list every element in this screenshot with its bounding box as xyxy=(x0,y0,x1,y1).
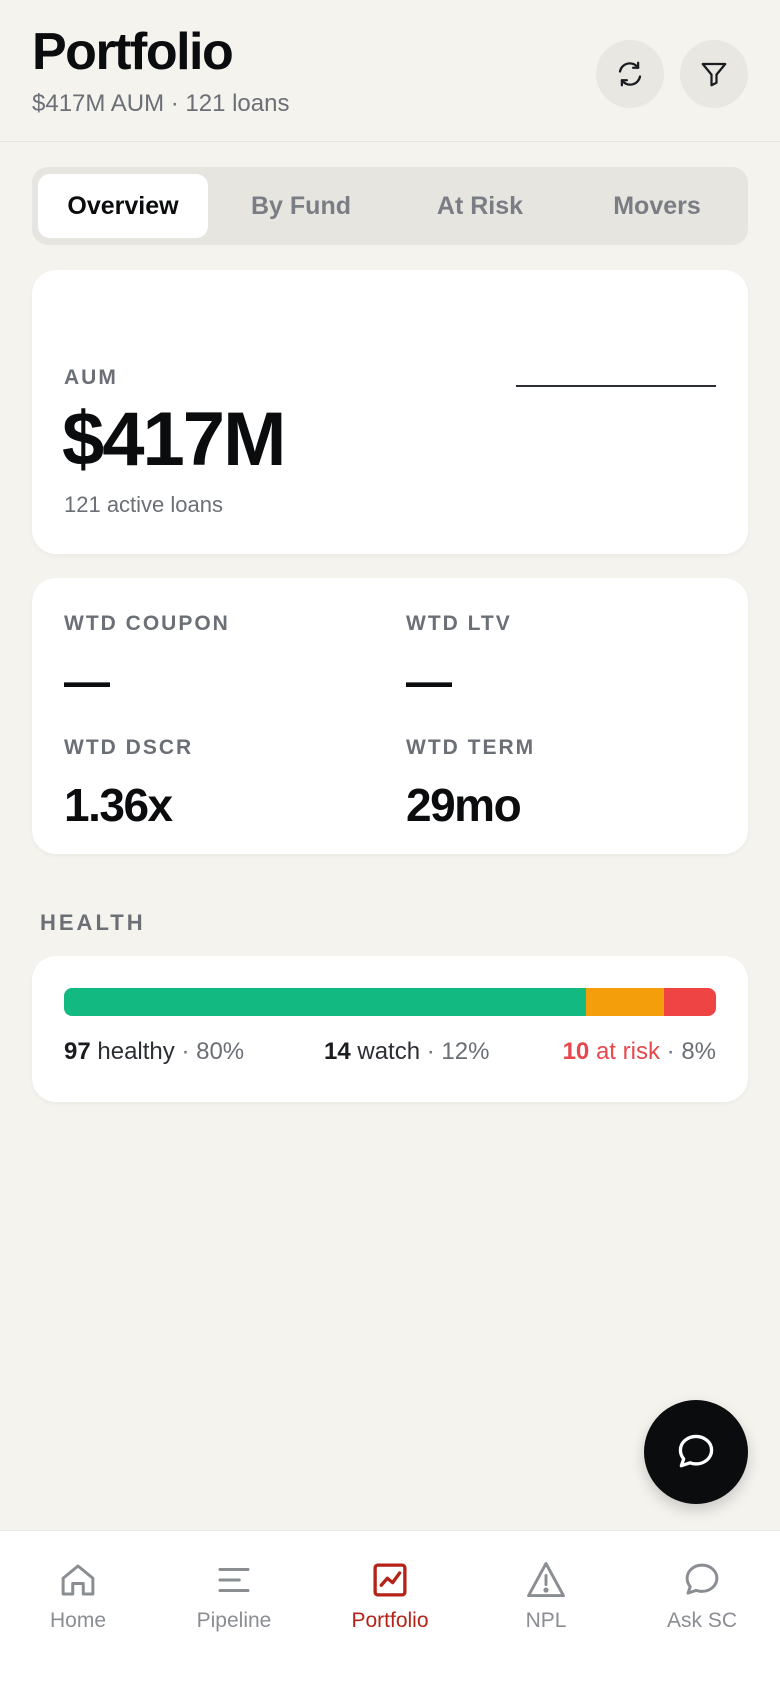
nav-label: NPL xyxy=(525,1609,567,1632)
health-bar xyxy=(64,988,716,1016)
legend-count: 14 xyxy=(324,1038,351,1065)
health-bar-segment-watch xyxy=(585,988,664,1016)
aum-value: $417M xyxy=(62,397,286,482)
nav-item-npl[interactable]: NPL xyxy=(468,1557,624,1633)
health-section-label: HEALTH xyxy=(40,910,146,935)
segmented-tabs: Overview By Fund At Risk Movers xyxy=(32,167,748,245)
nav-item-ask-sc[interactable]: Ask SC xyxy=(624,1557,780,1633)
tab-by-fund[interactable]: By Fund xyxy=(214,174,388,238)
legend-pct: 8% xyxy=(681,1038,716,1065)
legend-at-risk: 10 at risk · 8% xyxy=(562,1038,716,1065)
metric-wtd-ltv: WTD LTV — xyxy=(406,612,726,708)
tab-at-risk[interactable]: At Risk xyxy=(394,174,566,238)
legend-word: watch xyxy=(357,1038,421,1065)
nav-label: Portfolio xyxy=(351,1609,429,1632)
health-card[interactable]: 97 healthy · 80% 14 watch · 12% 10 at ri… xyxy=(32,956,748,1102)
nav-item-pipeline[interactable]: Pipeline xyxy=(156,1557,312,1633)
metric-label: WTD DSCR xyxy=(64,736,194,759)
chart-icon xyxy=(373,1563,407,1597)
metric-label: WTD COUPON xyxy=(64,612,230,635)
metric-wtd-coupon: WTD COUPON — xyxy=(64,612,384,708)
nav-label: Ask SC xyxy=(666,1609,737,1632)
metric-value: — xyxy=(64,655,110,707)
filter-icon xyxy=(701,62,727,87)
metric-label: WTD TERM xyxy=(406,736,536,759)
aum-card: AUM $417M 121 active loans xyxy=(32,270,748,554)
metrics-card: WTD COUPON — WTD LTV — WTD DSCR 1.36x WT… xyxy=(32,578,748,854)
nav-label: Pipeline xyxy=(196,1609,272,1632)
legend-healthy: 97 healthy · 80% xyxy=(64,1038,245,1065)
legend-word: at risk xyxy=(595,1038,660,1065)
header: Portfolio $417M AUM · 121 loans xyxy=(0,0,780,142)
legend-pct: 12% xyxy=(441,1038,490,1065)
metric-value: 1.36x xyxy=(64,779,173,831)
bottom-nav: Home Pipeline Portfolio NPL Ask SC xyxy=(0,1530,780,1688)
page-subtitle: $417M AUM · 121 loans xyxy=(32,90,290,117)
legend-pct: 80% xyxy=(196,1038,245,1065)
page-title: Portfolio xyxy=(32,23,234,81)
legend-count: 97 xyxy=(64,1038,91,1065)
legend-word: healthy xyxy=(97,1038,175,1065)
metric-wtd-term: WTD TERM 29mo xyxy=(406,736,726,832)
metric-label: WTD LTV xyxy=(406,612,512,635)
metric-wtd-dscr: WTD DSCR 1.36x xyxy=(64,736,384,832)
nav-label: Home xyxy=(49,1609,107,1632)
metric-value: 29mo xyxy=(406,779,522,831)
lines-icon xyxy=(218,1568,250,1592)
refresh-button[interactable] xyxy=(596,40,664,108)
tab-movers[interactable]: Movers xyxy=(572,174,742,238)
portfolio-screen: Portfolio $417M AUM · 121 loans Overview… xyxy=(0,0,780,1688)
health-bar-segment-healthy xyxy=(64,988,586,1016)
legend-watch: 14 watch · 12% xyxy=(324,1038,490,1065)
aum-subtitle: 121 active loans xyxy=(64,492,223,517)
home-icon xyxy=(61,1564,95,1596)
legend-count: 10 xyxy=(562,1038,590,1065)
aum-label: AUM xyxy=(64,366,118,389)
refresh-icon xyxy=(618,61,642,87)
ask-chat-fab[interactable] xyxy=(644,1400,748,1504)
filter-button[interactable] xyxy=(680,40,748,108)
health-bar-segment-at-risk xyxy=(663,988,716,1016)
tab-overview[interactable]: Overview xyxy=(38,174,208,238)
chat-bubble-icon xyxy=(678,1434,714,1468)
metric-value: — xyxy=(406,655,452,707)
aum-sparkline xyxy=(516,385,716,387)
nav-item-portfolio[interactable]: Portfolio xyxy=(312,1557,468,1633)
nav-item-home[interactable]: Home xyxy=(0,1557,156,1633)
chat-icon xyxy=(685,1563,719,1595)
warning-icon xyxy=(527,1562,565,1598)
